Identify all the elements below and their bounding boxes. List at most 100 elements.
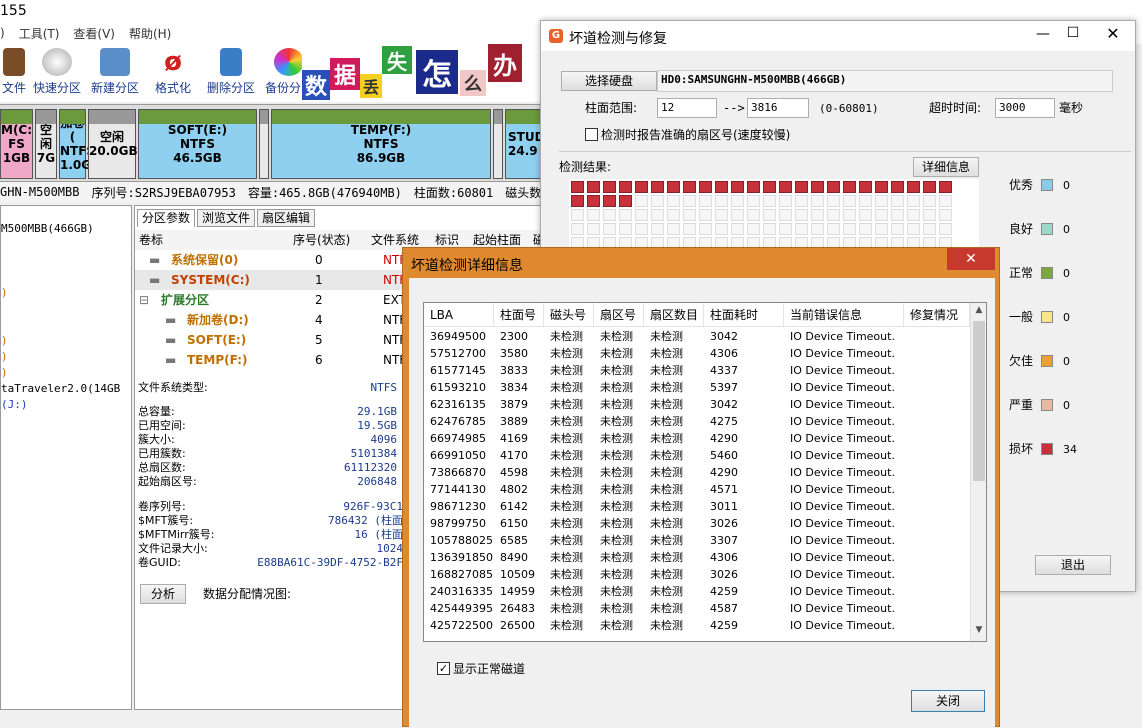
table-row[interactable]: 66991050 4170 未检测 未检测 未检测 5460 IO Device Timeo…: [424, 447, 972, 464]
partition-gap: [259, 109, 269, 179]
partition-c[interactable]: M(C: FS 1GB: [0, 109, 33, 179]
tree-item[interactable]: ): [1, 366, 8, 379]
sector-block: [907, 223, 920, 235]
table-cell: 未检测: [650, 347, 683, 360]
column-header[interactable]: 扇区号: [594, 303, 644, 327]
table-row[interactable]: 136391850 8490 未检测 未检测 未检测 4306 IO Device Time…: [424, 549, 972, 566]
toolbar-file-button[interactable]: 文件: [0, 44, 28, 102]
column-header[interactable]: 当前错误信息: [784, 303, 904, 327]
toolbar-quick-partition-button[interactable]: 快速分区: [28, 44, 86, 102]
table-cell: 未检测: [550, 517, 583, 530]
banner-char: 怎: [416, 50, 458, 94]
table-cell: 未检测: [650, 534, 683, 547]
scroll-up-icon[interactable]: ▲: [971, 305, 986, 319]
sector-block: [619, 195, 632, 207]
exit-button[interactable]: 退出: [1035, 555, 1111, 575]
table-row[interactable]: 36949500 2300 未检测 未检测 未检测 3042 IO Device Timeo…: [424, 328, 972, 345]
close-button[interactable]: 关闭: [911, 690, 985, 712]
partition-g[interactable]: STUD 24.9: [505, 109, 545, 179]
table-row[interactable]: 240316335 14959 未检测 未检测 未检测 4259 IO Device Tim…: [424, 583, 972, 600]
tab-partition-params[interactable]: 分区参数: [137, 209, 196, 227]
tab-sector-edit[interactable]: 扇区编辑: [257, 209, 316, 227]
table-row[interactable]: 62476785 3889 未检测 未检测 未检测 4275 IO Device Timeo…: [424, 413, 972, 430]
minimize-button[interactable]: —: [1031, 27, 1055, 45]
table-cell: 未检测: [650, 381, 683, 394]
close-icon[interactable]: ✕: [1093, 23, 1133, 45]
table-row[interactable]: 98799750 6150 未检测 未检测 未检测 3026 IO Device Timeo…: [424, 515, 972, 532]
table-cell: 未检测: [650, 449, 683, 462]
close-icon[interactable]: ✕: [947, 248, 995, 270]
tab-browse-files[interactable]: 浏览文件: [197, 209, 256, 227]
tree-item-usb[interactable]: taTraveler2.0(14GB: [1, 382, 120, 395]
timeout-label: 超时时间:: [929, 101, 982, 115]
table-cell: 未检测: [650, 398, 683, 411]
sector-block: [715, 195, 728, 207]
table-row[interactable]: 105788025 6585 未检测 未检测 未检测 3307 IO Device Time…: [424, 532, 972, 549]
table-row[interactable]: 77144130 4802 未检测 未检测 未检测 4571 IO Device Timeo…: [424, 481, 972, 498]
scroll-thumb[interactable]: [973, 321, 985, 481]
select-disk-button[interactable]: 选择硬盘: [561, 71, 657, 91]
scroll-down-icon[interactable]: ▼: [971, 625, 986, 639]
tree-item-disk[interactable]: M500MBB(466GB): [1, 222, 94, 235]
sector-block: [891, 195, 904, 207]
toolbar-new-partition-button[interactable]: 新建分区: [86, 44, 144, 102]
detail-info-button[interactable]: 详细信息: [913, 157, 979, 177]
table-row[interactable]: 61593210 3834 未检测 未检测 未检测 5397 IO Device Timeo…: [424, 379, 972, 396]
column-header[interactable]: 磁头号: [544, 303, 594, 327]
partition-d[interactable]: 加卷(NTFS1.0G: [59, 109, 95, 179]
tree-item[interactable]: ): [1, 350, 8, 363]
report-checkbox[interactable]: [585, 128, 598, 141]
table-row[interactable]: 168827085 10509 未检测 未检测 未检测 3026 IO Device Tim…: [424, 566, 972, 583]
sector-block: [923, 181, 936, 193]
cylinder-from-input[interactable]: 12: [657, 98, 717, 118]
scrollbar[interactable]: ▲ ▼: [970, 303, 986, 641]
menu-view[interactable]: 查看(V): [73, 25, 115, 42]
table-cell: 425449395: [430, 602, 493, 615]
column-header[interactable]: LBA: [424, 303, 494, 327]
partition-f[interactable]: TEMP(F:) NTFS 86.9GB: [271, 109, 491, 179]
sector-block: [587, 209, 600, 221]
table-cell: 未检测: [550, 364, 583, 377]
column-header[interactable]: 柱面号: [494, 303, 544, 327]
menu-tools[interactable]: 工具(T): [19, 25, 60, 42]
table-row[interactable]: 73866870 4598 未检测 未检测 未检测 4290 IO Device Timeo…: [424, 464, 972, 481]
table-row[interactable]: 57512700 3580 未检测 未检测 未检测 4306 IO Device Timeo…: [424, 345, 972, 362]
table-row[interactable]: 61577145 3833 未检测 未检测 未检测 4337 IO Device Timeo…: [424, 362, 972, 379]
legend-label: 欠佳: [1009, 354, 1034, 368]
tree-item[interactable]: (J:): [1, 398, 28, 411]
sector-block: [667, 195, 680, 207]
partition-free-1[interactable]: 空闲 7G: [35, 109, 57, 179]
sector-block: [795, 195, 808, 207]
partition-free-2[interactable]: 空闲 20.0GB: [88, 109, 138, 179]
sector-block: [603, 181, 616, 193]
stat-row: 已用空间: 19.5GB: [138, 419, 397, 432]
partition-e[interactable]: SOFT(E:) NTFS 46.5GB: [138, 109, 257, 179]
toolbar-format-button[interactable]: ø 格式化: [144, 44, 202, 102]
table-cell: 未检测: [600, 568, 633, 581]
table-row[interactable]: 66974985 4169 未检测 未检测 未检测 4290 IO Device Timeo…: [424, 430, 972, 447]
tree-item[interactable]: ): [1, 334, 8, 347]
tree-item[interactable]: ): [1, 286, 8, 299]
legend-label: 良好: [1009, 222, 1034, 236]
sector-block: [827, 209, 840, 221]
bad-sector-titlebar: G 坏道检测与修复 — ☐ ✕: [541, 21, 1135, 51]
column-header[interactable]: 扇区数目: [644, 303, 704, 327]
analyze-button[interactable]: 分析: [140, 584, 186, 604]
table-row[interactable]: 98671230 6142 未检测 未检测 未检测 3011 IO Device Timeo…: [424, 498, 972, 515]
timeout-input[interactable]: 3000: [995, 98, 1055, 118]
show-normal-checkbox[interactable]: ✓: [437, 662, 450, 675]
table-row[interactable]: 425449395 26483 未检测 未检测 未检测 4587 IO Device Tim…: [424, 600, 972, 617]
column-header[interactable]: 修复情况: [904, 303, 970, 327]
promo-banner[interactable]: 数 据 丢 失 怎 么 办: [302, 44, 540, 102]
bad-sector-list[interactable]: LBA 柱面号 磁头号 扇区号 扇区数目 柱面耗时 当前错误信息 修复情况 36949500 2…: [423, 302, 987, 642]
cylinder-to-input[interactable]: 3816: [747, 98, 809, 118]
table-row[interactable]: 425722500 26500 未检测 未检测 未检测 4259 IO Device Tim…: [424, 617, 972, 634]
menu-help[interactable]: 帮助(H): [129, 25, 171, 42]
toolbar-delete-partition-button[interactable]: 删除分区: [202, 44, 260, 102]
column-header[interactable]: 柱面耗时: [704, 303, 784, 327]
table-cell: 未检测: [650, 466, 683, 479]
table-cell: 168827085: [430, 568, 493, 581]
maximize-button[interactable]: ☐: [1061, 25, 1085, 43]
volume-name: TEMP(F:): [187, 353, 248, 367]
table-row[interactable]: 62316135 3879 未检测 未检测 未检测 3042 IO Device Timeo…: [424, 396, 972, 413]
